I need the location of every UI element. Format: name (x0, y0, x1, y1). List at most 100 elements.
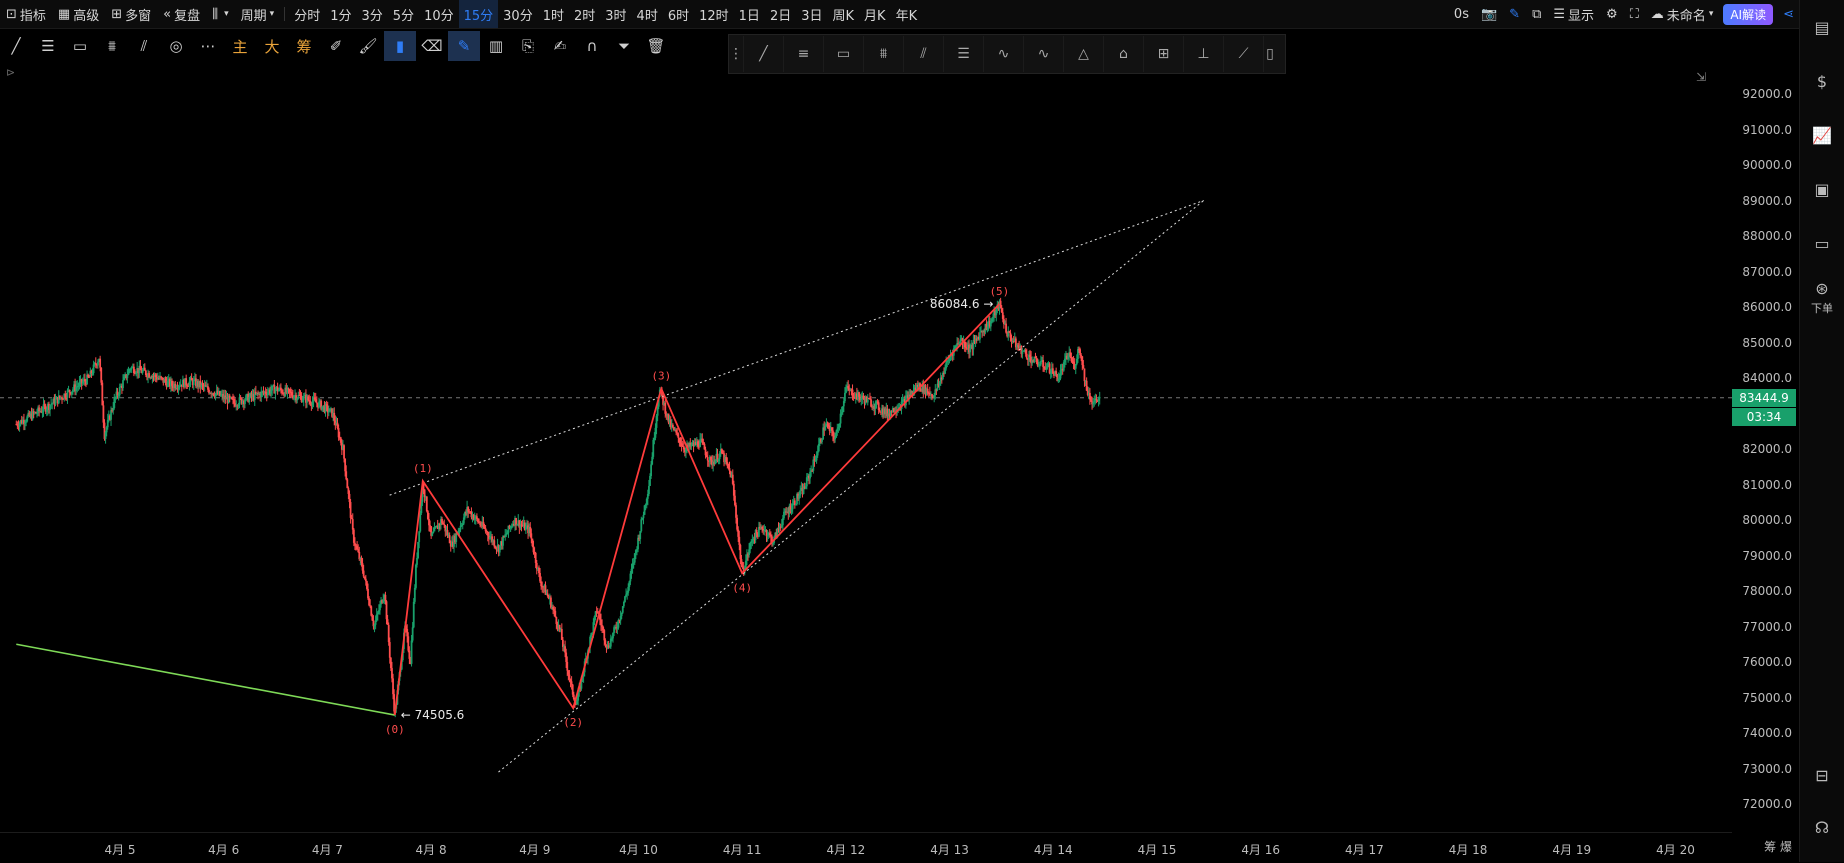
ai-interpret-button[interactable]: AI解读 (1723, 3, 1774, 25)
period-tab[interactable]: 月K (859, 0, 891, 28)
camera-icon[interactable]: 📷 (1475, 0, 1503, 28)
pencil-icon[interactable]: ✎ (448, 31, 480, 61)
top-menu-item[interactable]: 周期 ▾ (235, 0, 281, 28)
axis-corner-label: 筹 爆 (1764, 840, 1792, 854)
elliott-wave-line (393, 303, 1001, 716)
period-tab[interactable]: 30分 (498, 0, 538, 28)
sidebar-dollar-icon[interactable]: $ (1800, 54, 1844, 108)
top-menu-item[interactable]: «复盘 (157, 0, 206, 28)
period-tab[interactable]: 15分 (458, 0, 499, 28)
top-menu-item[interactable]: ▦ 高级 (52, 0, 105, 28)
note-icon[interactable]: ✍ (544, 31, 576, 61)
period-tab[interactable]: 3分 (357, 0, 388, 28)
candle-body (554, 610, 557, 617)
top-menu-label: 多窗 (125, 8, 152, 24)
draw-edit-icon[interactable]: ✐ (320, 31, 352, 61)
top-toolbar: ⊡ 指标 ▦ 高级 ⊞ 多窗 «复盘 ⫼ ▾ 周期 ▾ 分时 1分 3分 5分 10分 15分 30分 1时 2时 3… (0, 0, 1800, 29)
price-tick-label: 79000.0 (1742, 548, 1792, 563)
period-tab[interactable]: 3日 (796, 0, 827, 28)
sidebar-doc-icon[interactable]: ▤ (1800, 0, 1844, 54)
sidebar-order-button[interactable]: ⊛ 下单 (1800, 270, 1844, 324)
period-tab[interactable]: 1时 (538, 0, 569, 28)
candle-body (706, 457, 709, 461)
parallel-tool-icon[interactable]: ⫽ (128, 31, 160, 61)
sidebar-layout-icon[interactable]: ⊟ (1800, 748, 1844, 802)
brush-icon[interactable]: 🖌 (352, 31, 384, 61)
candle-body (1042, 360, 1044, 367)
settings-icon[interactable]: ⚙ (1600, 0, 1624, 28)
collapse-arrow-icon[interactable]: ⊳ (6, 66, 15, 79)
candle-body (362, 570, 365, 577)
wave-label-3: (3) (651, 370, 671, 383)
chart-maximize-icon[interactable]: ⇲ (1696, 70, 1706, 84)
period-tab[interactable]: 2时 (569, 0, 600, 28)
period-tab[interactable]: 12时 (694, 0, 734, 28)
display-button[interactable]: ☰ 显示 (1547, 0, 1600, 28)
candle-body (418, 531, 421, 542)
top-menu-label: 复盘 (174, 8, 201, 24)
price-tick-label: 75000.0 (1742, 690, 1792, 705)
period-tab[interactable]: 分时 (289, 0, 325, 28)
period-tab[interactable]: 3时 (600, 0, 631, 28)
top-menu-item[interactable]: ⊡ 指标 (0, 0, 52, 28)
unnamed-layout-button[interactable]: ☁ 未命名 ▾ (1645, 0, 1720, 28)
candle-body (1083, 368, 1086, 382)
main-force-button[interactable]: 主 (224, 31, 256, 61)
candle-body (432, 531, 435, 533)
trash-icon[interactable]: 🗑 (640, 31, 672, 61)
price-tick-label: 84000.0 (1742, 371, 1792, 385)
filter-icon[interactable]: ⏷ (608, 31, 640, 61)
price-tick-label: 86000.0 (1742, 300, 1792, 314)
sidebar-wallet-icon[interactable]: ▭ (1800, 216, 1844, 270)
big-order-button[interactable]: 大 (256, 31, 288, 61)
spiral-tool-icon[interactable]: ◎ (160, 31, 192, 61)
candle-body (505, 534, 508, 536)
chips-button[interactable]: 筹 (288, 31, 320, 61)
period-tab[interactable]: 4时 (632, 0, 663, 28)
bookmark-icon[interactable]: ▮ (384, 31, 416, 61)
price-chart[interactable]: (0)(1)(2)(3)(4)(5)← 74505.686084.6 → (0, 62, 1732, 832)
date-tick-label: 4月 18 (1448, 843, 1488, 857)
price-tick-label: 85000.0 (1742, 335, 1792, 350)
cloud-icon: ☁ (1650, 6, 1664, 22)
period-tab[interactable]: 年K (891, 0, 923, 28)
date-tick-label: 4月 5 (104, 843, 136, 857)
candle-body (1025, 353, 1028, 359)
more-icon[interactable]: ⋯ (192, 31, 224, 61)
countdown-tag: 03:34 (1732, 407, 1796, 426)
period-tab[interactable]: 10分 (419, 0, 459, 28)
date-tick-label: 4月 13 (930, 843, 969, 857)
candle-body (126, 374, 129, 379)
line-tool-icon[interactable]: ╱ (0, 31, 32, 61)
candle-body (677, 433, 680, 438)
period-tab[interactable]: 6时 (663, 0, 694, 28)
magnet-icon[interactable]: ∩ (576, 31, 608, 61)
sidebar-monitor-icon[interactable]: ▣ (1800, 162, 1844, 216)
sidebar-trend-icon[interactable]: 📈 (1800, 108, 1844, 162)
candle-body (530, 533, 533, 539)
top-menu-label: 周期 (240, 8, 267, 24)
period-tab[interactable]: 周K (828, 0, 860, 28)
top-menu-item[interactable]: ⊞ 多窗 (105, 0, 157, 28)
hlines-tool-icon[interactable]: ☰ (32, 31, 64, 61)
rewind-icon: « (163, 6, 172, 22)
period-tab[interactable]: 5分 (388, 0, 419, 28)
period-tab[interactable]: 1日 (734, 0, 765, 28)
channel-tool-icon[interactable]: ⩩ (96, 31, 128, 61)
sidebar-headset-icon[interactable]: ☊ (1800, 800, 1844, 854)
window-icon[interactable]: ⧉ (1526, 0, 1547, 28)
copy-icon[interactable]: ⎘ (512, 31, 544, 61)
candle-body (99, 358, 102, 368)
candle-body (118, 386, 121, 395)
fullscreen-icon[interactable]: ⛶ (1624, 0, 1645, 28)
share-icon[interactable]: ⋖ (1777, 0, 1800, 28)
price-tick-label: 73000.0 (1742, 761, 1792, 776)
top-menu-item[interactable]: ⫼ ▾ (206, 0, 235, 28)
eraser-icon[interactable]: ⌫ (416, 31, 448, 61)
candles-icon[interactable]: ▥ (480, 31, 512, 61)
pen-icon[interactable]: ✎ (1503, 0, 1526, 28)
right-sidebar: ▤ $ 📈 ▣ ▭ ⊛ 下单 ⊟ ☊ (1799, 0, 1844, 862)
rect-tool-icon[interactable]: ▭ (64, 31, 96, 61)
period-tab[interactable]: 1分 (325, 0, 356, 28)
period-tab[interactable]: 2日 (765, 0, 796, 28)
